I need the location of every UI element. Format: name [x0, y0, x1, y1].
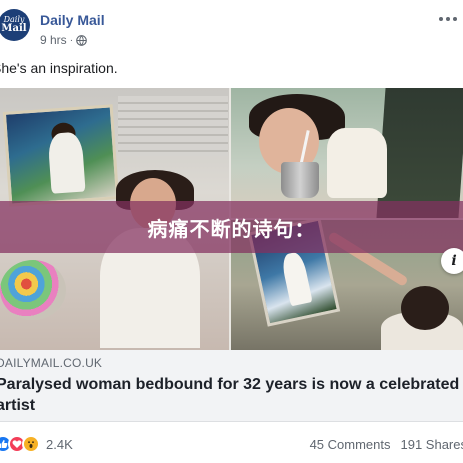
post-media[interactable]: 病痛不断的诗句：: [0, 88, 463, 350]
photo-top-right: [231, 88, 463, 218]
page-avatar[interactable]: Daily Mail: [0, 9, 30, 41]
overlay-text: 病痛不断的诗句：: [147, 216, 316, 241]
avatar-logo-line2: Mail: [1, 23, 27, 34]
post-timestamp[interactable]: 9 hrs: [40, 33, 67, 47]
more-options-icon[interactable]: [437, 12, 459, 26]
facebook-post: Daily Mail Daily Mail 9 hrs · She's an i…: [0, 0, 463, 463]
easel: [376, 88, 463, 218]
globe-icon[interactable]: [76, 34, 87, 46]
link-domain: DAILYMAIL.CO.UK: [0, 356, 103, 370]
painting-canvas: [2, 104, 120, 207]
engagement-counts: 45 Comments 191 Shares: [310, 437, 463, 452]
metal-cup: [281, 162, 319, 198]
post-caption: She's an inspiration.: [0, 60, 118, 76]
paint-palette: [0, 260, 66, 320]
link-preview[interactable]: DAILYMAIL.CO.UK Paralysed woman bedbound…: [0, 350, 463, 422]
info-icon[interactable]: i: [441, 248, 463, 274]
radiator-grille: [118, 96, 228, 156]
page-name-link[interactable]: Daily Mail: [40, 12, 105, 28]
woman-head: [401, 286, 449, 330]
reaction-count: 2.4K: [46, 436, 73, 452]
text-overlay-banner: 病痛不断的诗句：: [0, 201, 463, 253]
wow-icon: [22, 435, 40, 453]
shares-count[interactable]: 191 Shares: [401, 437, 463, 452]
woman-shirt: [327, 128, 387, 198]
meta-separator: ·: [69, 34, 74, 46]
reaction-summary[interactable]: 2.4K: [0, 435, 73, 453]
post-meta: 9 hrs ·: [40, 33, 87, 47]
link-title[interactable]: Paralysed woman bedbound for 32 years is…: [0, 374, 463, 416]
comments-count[interactable]: 45 Comments: [310, 437, 391, 452]
